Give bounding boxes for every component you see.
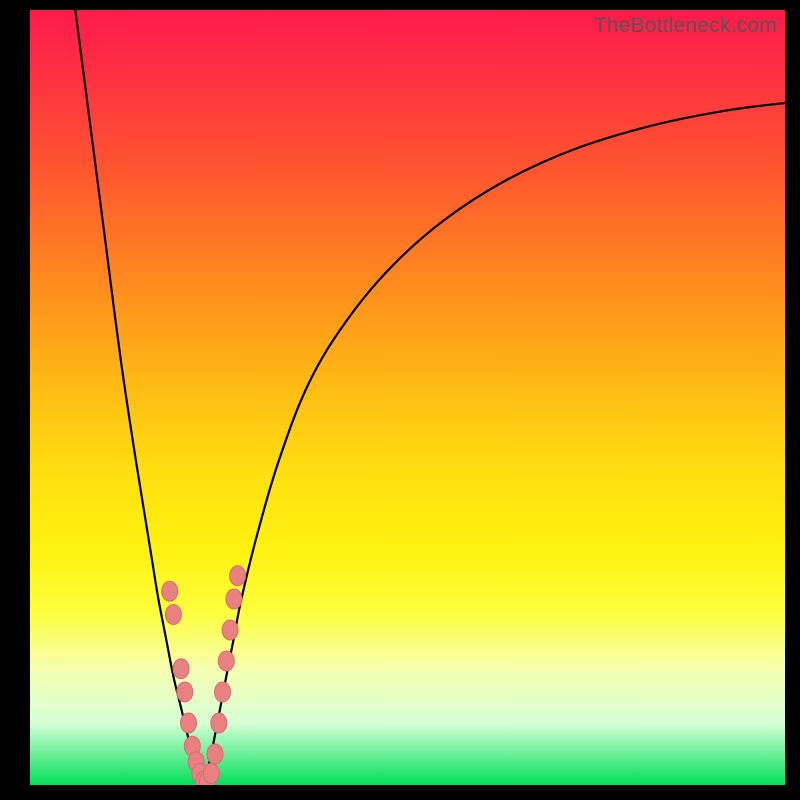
data-marker	[181, 713, 197, 733]
data-marker	[222, 620, 238, 640]
data-marker	[207, 744, 223, 764]
data-marker	[211, 713, 227, 733]
outer-frame: TheBottleneck.com	[0, 0, 800, 800]
data-marker	[165, 605, 181, 625]
right-branch-line	[204, 103, 785, 785]
data-marker	[215, 682, 231, 702]
data-marker	[177, 682, 193, 702]
chart-svg	[30, 10, 785, 785]
data-marker	[162, 581, 178, 601]
data-marker	[218, 651, 234, 671]
plot-area: TheBottleneck.com	[30, 10, 785, 785]
data-marker	[226, 589, 242, 609]
data-marker	[230, 566, 246, 586]
data-marker	[173, 659, 189, 679]
data-marker	[203, 763, 219, 783]
